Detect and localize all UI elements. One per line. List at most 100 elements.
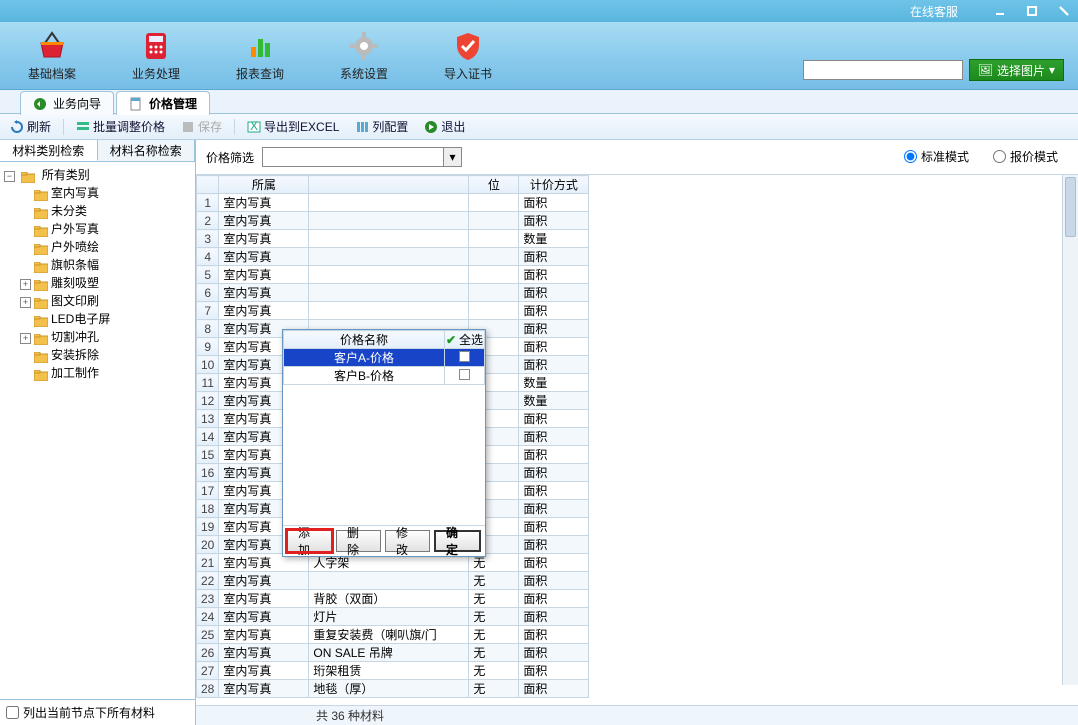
tab-wizard[interactable]: 业务向导	[20, 91, 114, 115]
popup-header-name[interactable]: 价格名称	[284, 331, 445, 349]
cell-unit[interactable]: 无	[469, 626, 519, 644]
tree-node[interactable]: +雕刻吸塑	[20, 274, 193, 292]
mode-quote-input[interactable]	[993, 150, 1006, 163]
ribbon-basic[interactable]: 基础档案	[20, 29, 84, 82]
cell-category[interactable]: 室内写真	[219, 680, 309, 698]
cell-unit[interactable]: 无	[469, 590, 519, 608]
expand-icon[interactable]: +	[20, 333, 31, 344]
cell-category[interactable]: 室内写真	[219, 644, 309, 662]
table-row[interactable]: 24 室内写真 灯片 无 面积	[197, 608, 589, 626]
popup-row-check[interactable]	[445, 367, 485, 385]
cell-calc[interactable]: 面积	[519, 446, 589, 464]
tree-node[interactable]: +图文印刷	[20, 292, 193, 310]
grid-header-unit[interactable]: 位	[469, 176, 519, 194]
cell-unit[interactable]	[469, 302, 519, 320]
cell-calc[interactable]: 面积	[519, 248, 589, 266]
mode-quote-radio[interactable]: 报价模式	[993, 148, 1058, 165]
cell-product[interactable]: 珩架租赁	[309, 662, 469, 680]
cell-product[interactable]: 灯片	[309, 608, 469, 626]
expand-icon[interactable]: +	[20, 297, 31, 308]
cell-calc[interactable]: 面积	[519, 482, 589, 500]
cell-category[interactable]: 室内写真	[219, 590, 309, 608]
category-tree[interactable]: − 所有类别 室内写真未分类户外写真户外喷绘旗帜条幅+雕刻吸塑+图文印刷LED电…	[0, 162, 195, 699]
tab-price[interactable]: 价格管理	[116, 91, 210, 115]
checkbox-icon[interactable]	[459, 351, 470, 362]
table-row[interactable]: 22 室内写真 无 面积	[197, 572, 589, 590]
table-row[interactable]: 7 室内写真 面积	[197, 302, 589, 320]
vertical-scrollbar[interactable]	[1062, 175, 1078, 685]
tree-node[interactable]: LED电子屏	[20, 310, 193, 328]
cell-product[interactable]	[309, 230, 469, 248]
cell-calc[interactable]: 面积	[519, 284, 589, 302]
cell-product[interactable]	[309, 266, 469, 284]
ribbon-sys[interactable]: 系统设置	[332, 29, 396, 82]
minimize-button[interactable]	[990, 3, 1010, 19]
cell-category[interactable]: 室内写真	[219, 212, 309, 230]
ribbon-report[interactable]: 报表查询	[228, 29, 292, 82]
cell-unit[interactable]	[469, 284, 519, 302]
cell-unit[interactable]	[469, 266, 519, 284]
ribbon-biz[interactable]: 业务处理	[124, 29, 188, 82]
cell-calc[interactable]: 面积	[519, 410, 589, 428]
maximize-button[interactable]	[1022, 3, 1042, 19]
toolbar-batch[interactable]: 批量调整价格	[72, 116, 169, 137]
grid-header-calc[interactable]: 计价方式	[519, 176, 589, 194]
cell-unit[interactable]	[469, 194, 519, 212]
cell-unit[interactable]	[469, 248, 519, 266]
table-row[interactable]: 6 室内写真 面积	[197, 284, 589, 302]
cell-calc[interactable]: 面积	[519, 464, 589, 482]
cell-unit[interactable]: 无	[469, 680, 519, 698]
cell-unit[interactable]: 无	[469, 572, 519, 590]
cell-calc[interactable]: 面积	[519, 320, 589, 338]
popup-edit-button[interactable]: 修改	[385, 530, 430, 552]
cell-calc[interactable]: 面积	[519, 518, 589, 536]
cell-product[interactable]	[309, 212, 469, 230]
toolbar-refresh[interactable]: 刷新	[6, 116, 55, 137]
checkbox-icon[interactable]	[459, 369, 470, 380]
cell-calc[interactable]: 面积	[519, 194, 589, 212]
price-filter-combo[interactable]: ▾	[262, 147, 462, 167]
cell-calc[interactable]: 面积	[519, 356, 589, 374]
cell-calc[interactable]: 数量	[519, 230, 589, 248]
cell-calc[interactable]: 面积	[519, 662, 589, 680]
collapse-icon[interactable]: −	[4, 171, 15, 182]
tree-node[interactable]: +切割冲孔	[20, 328, 193, 346]
online-service-link[interactable]: 在线客服	[910, 3, 958, 20]
table-row[interactable]: 27 室内写真 珩架租赁 无 面积	[197, 662, 589, 680]
cell-calc[interactable]: 面积	[519, 500, 589, 518]
cell-category[interactable]: 室内写真	[219, 608, 309, 626]
cell-product[interactable]	[309, 302, 469, 320]
popup-header-selectall[interactable]: ✔全选	[445, 331, 485, 349]
cell-product[interactable]: 重复安装费（喇叭旗/门	[309, 626, 469, 644]
cell-unit[interactable]: 无	[469, 644, 519, 662]
cell-category[interactable]: 室内写真	[219, 572, 309, 590]
cell-calc[interactable]: 面积	[519, 608, 589, 626]
cell-category[interactable]: 室内写真	[219, 266, 309, 284]
cell-category[interactable]: 室内写真	[219, 248, 309, 266]
expand-icon[interactable]: +	[20, 279, 31, 290]
tree-node[interactable]: 旗帜条幅	[20, 256, 193, 274]
table-row[interactable]: 26 室内写真 ON SALE 吊牌 无 面积	[197, 644, 589, 662]
table-row[interactable]: 23 室内写真 背胶（双面） 无 面积	[197, 590, 589, 608]
cell-category[interactable]: 室内写真	[219, 284, 309, 302]
cell-unit[interactable]	[469, 230, 519, 248]
cell-product[interactable]	[309, 248, 469, 266]
grid-header-category[interactable]: 所属	[219, 176, 309, 194]
cell-calc[interactable]: 面积	[519, 428, 589, 446]
cell-calc[interactable]: 面积	[519, 212, 589, 230]
popup-row[interactable]: 客户B-价格	[284, 367, 485, 385]
scrollbar-thumb[interactable]	[1065, 177, 1076, 237]
mode-standard-radio[interactable]: 标准模式	[904, 148, 969, 165]
table-row[interactable]: 28 室内写真 地毯（厚） 无 面积	[197, 680, 589, 698]
tree-node[interactable]: 加工制作	[20, 364, 193, 382]
cell-unit[interactable]	[469, 212, 519, 230]
close-button[interactable]	[1054, 3, 1074, 19]
cell-calc[interactable]: 面积	[519, 266, 589, 284]
cell-calc[interactable]: 数量	[519, 374, 589, 392]
popup-delete-button[interactable]: 删除	[336, 530, 381, 552]
popup-add-button[interactable]: 添加	[287, 530, 332, 552]
grid-header-rownum[interactable]	[197, 176, 219, 194]
cell-product[interactable]	[309, 284, 469, 302]
tree-node[interactable]: 室内写真	[20, 184, 193, 202]
cell-calc[interactable]: 面积	[519, 536, 589, 554]
